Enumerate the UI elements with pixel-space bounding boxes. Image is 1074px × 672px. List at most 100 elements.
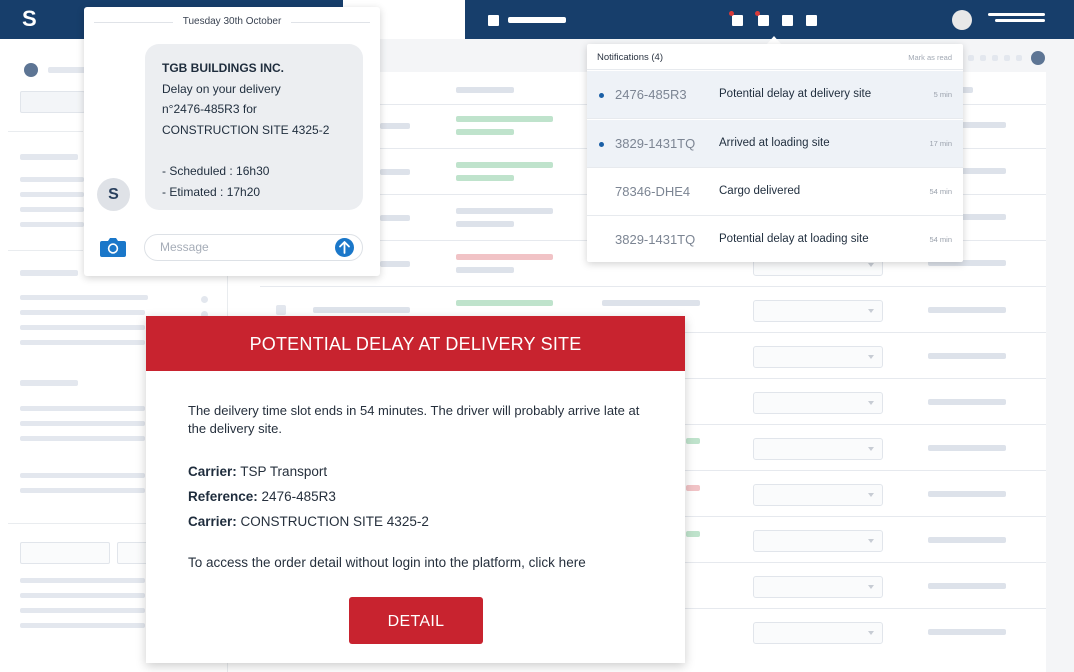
message-bubble: TGB BUILDINGS INC. Delay on your deliver… [145, 44, 363, 210]
sidebar-skeleton [20, 488, 145, 493]
chat-date-label: Tuesday 30th October [84, 16, 380, 27]
send-button[interactable] [335, 238, 354, 257]
sidebar-skeleton [20, 436, 145, 441]
sidebar-select[interactable] [20, 91, 85, 113]
sidebar-skeleton [20, 295, 148, 300]
notification-text: Potential delay at loading site [719, 233, 869, 245]
notification-item[interactable]: 3829-1431TQ Arrived at loading site 17 m… [587, 120, 963, 168]
row-select[interactable] [753, 438, 883, 460]
alert-title: POTENTIAL DELAY AT DELIVERY SITE [146, 316, 685, 371]
row-select[interactable] [753, 576, 883, 598]
user-avatar[interactable] [952, 10, 972, 30]
status-pill-green [456, 175, 514, 181]
nav-icon-4[interactable] [806, 15, 817, 26]
status-pill-green [456, 162, 553, 168]
cell-skeleton [928, 583, 1006, 589]
pagination-dot[interactable] [980, 55, 986, 61]
sidebar-skeleton [20, 154, 78, 160]
mark-as-read-link[interactable]: Mark as read [908, 53, 952, 62]
notification-time: 5 min [933, 90, 952, 99]
cell-skeleton [928, 353, 1006, 359]
reference-value: 2476-485R3 [261, 489, 336, 504]
message-company: TGB BUILDINGS INC. [162, 61, 284, 75]
divider [8, 131, 83, 132]
status-pill-red [456, 254, 553, 260]
status-pill-green [686, 531, 700, 537]
camera-icon[interactable] [100, 237, 126, 257]
unread-dot-icon [599, 93, 604, 98]
sidebar-skeleton [20, 222, 84, 227]
message-line: CONSTRUCTION SITE 4325-2 [162, 122, 330, 137]
notification-time: 54 min [929, 235, 952, 244]
arrow-up-icon [339, 241, 350, 254]
hamburger-menu-icon[interactable] [988, 13, 1045, 16]
alert-dot-icon [729, 11, 734, 16]
alert-reference: Reference: 2476-485R3 [188, 489, 336, 504]
order-detail-link[interactable]: To access the order detail without login… [188, 555, 586, 570]
pagination-dot[interactable] [1016, 55, 1022, 61]
sender-avatar: S [97, 178, 130, 211]
hamburger-menu-icon[interactable] [995, 19, 1045, 22]
nav-icon-3[interactable] [782, 15, 793, 26]
notification-bell-icon[interactable] [758, 15, 769, 26]
sidebar-skeleton [20, 325, 145, 330]
row-checkbox[interactable] [276, 305, 286, 315]
sidebar-skeleton [20, 192, 84, 197]
notification-pointer [767, 36, 781, 44]
pagination-dot[interactable] [992, 55, 998, 61]
sidebar-skeleton [20, 473, 145, 478]
delay-alert-modal: POTENTIAL DELAY AT DELIVERY SITE The dei… [146, 316, 685, 663]
row-select[interactable] [753, 484, 883, 506]
cell-skeleton [456, 208, 553, 214]
app-logo[interactable]: S [22, 7, 40, 31]
cell-skeleton [928, 537, 1006, 543]
menu-icon[interactable] [488, 15, 499, 26]
message-scheduled: - Scheduled : 16h30 [162, 163, 270, 178]
status-pill-green [456, 300, 553, 306]
cell-skeleton [380, 261, 410, 267]
topbar-label-placeholder [508, 17, 566, 23]
sidebar-skeleton [20, 310, 145, 315]
detail-button[interactable]: DETAIL [349, 597, 483, 644]
notification-time: 54 min [929, 187, 952, 196]
sidebar-status-dot [24, 63, 38, 77]
site-value: CONSTRUCTION SITE 4325-2 [240, 514, 429, 529]
message-input[interactable]: Message [144, 234, 363, 261]
cell-skeleton [380, 169, 410, 175]
notification-item[interactable]: 3829-1431TQ Potential delay at loading s… [587, 216, 963, 264]
cell-skeleton [928, 629, 1006, 635]
sidebar-skeleton [20, 578, 145, 583]
cell-skeleton [928, 445, 1006, 451]
cell-skeleton [928, 307, 1006, 313]
sms-chat-card: Tuesday 30th October TGB BUILDINGS INC. … [84, 7, 380, 276]
message-line: n°2476-485R3 for [162, 102, 257, 117]
alert-body: The deilvery time slot ends in 54 minute… [188, 403, 640, 436]
notification-reference: 3829-1431TQ [615, 232, 696, 247]
notifications-dropdown: Notifications (4) Mark as read 2476-485R… [587, 44, 963, 262]
row-select[interactable] [753, 622, 883, 644]
pagination-dot[interactable] [1004, 55, 1010, 61]
notification-reference: 2476-485R3 [615, 87, 687, 102]
cell-skeleton [380, 215, 410, 221]
alert-site: Carrier: CONSTRUCTION SITE 4325-2 [188, 514, 429, 529]
sidebar-skeleton [20, 421, 145, 426]
sidebar-filter-select[interactable] [20, 542, 110, 564]
notification-item[interactable]: 78346-DHE4 Cargo delivered 54 min [587, 168, 963, 216]
sidebar-skeleton [20, 380, 78, 386]
row-divider [260, 286, 1046, 287]
sidebar-skeleton [20, 608, 145, 613]
row-select[interactable] [753, 300, 883, 322]
sidebar-skeleton [20, 207, 84, 212]
notification-reference: 78346-DHE4 [615, 184, 691, 199]
cell-skeleton [456, 267, 514, 273]
nav-icon-1[interactable] [732, 15, 743, 26]
row-select[interactable] [753, 346, 883, 368]
sidebar-skeleton [20, 177, 84, 182]
row-select[interactable] [753, 530, 883, 552]
notification-item[interactable]: 2476-485R3 Potential delay at delivery s… [587, 71, 963, 119]
status-pill-red [686, 485, 700, 491]
row-select[interactable] [753, 392, 883, 414]
pagination-dot[interactable] [968, 55, 974, 61]
notifications-header: Notifications (4) Mark as read [587, 44, 963, 70]
notification-text: Potential delay at delivery site [719, 88, 872, 100]
